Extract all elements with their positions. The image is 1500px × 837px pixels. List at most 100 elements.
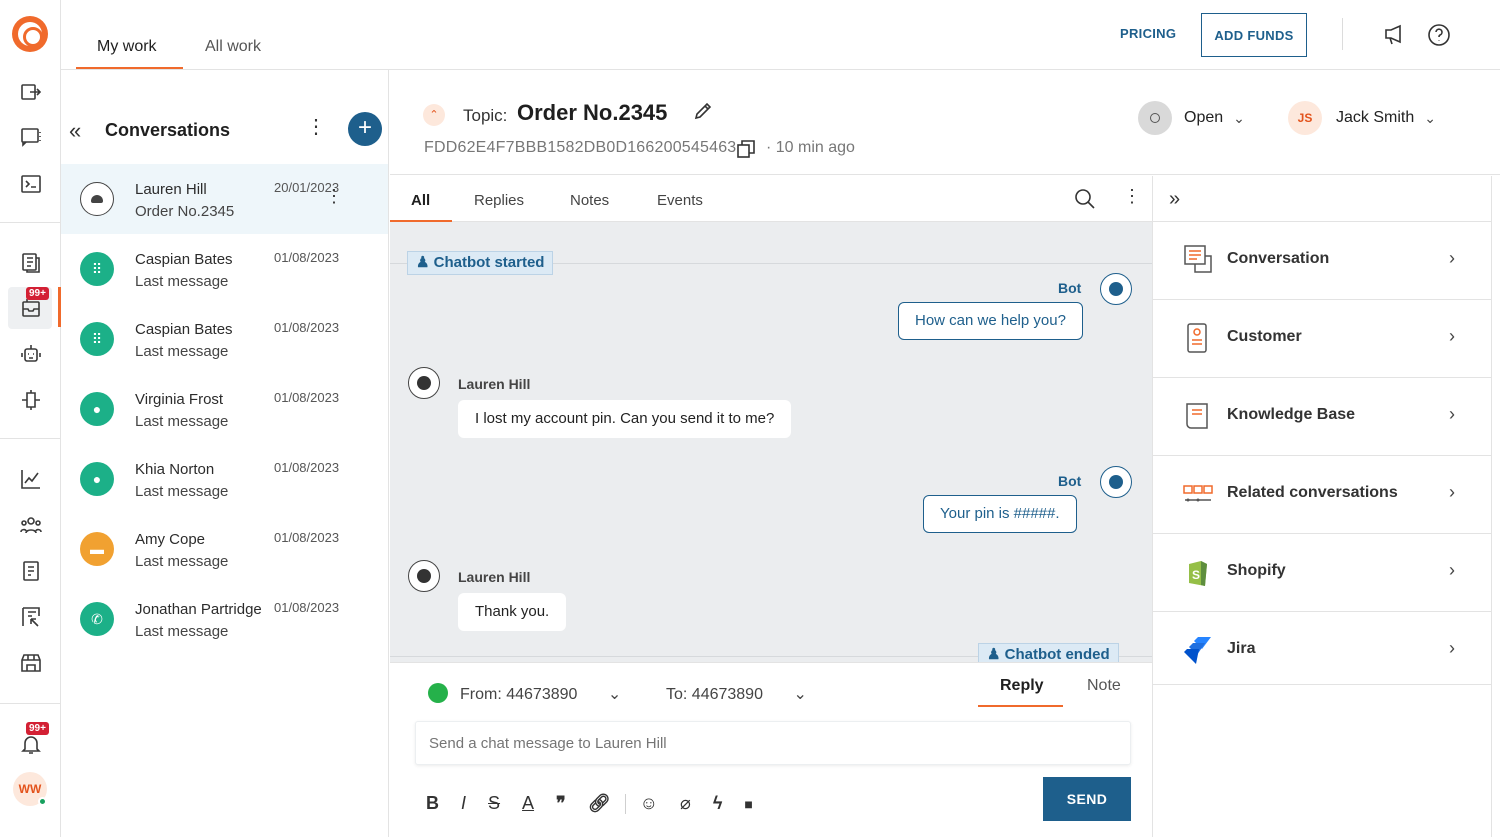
panel-item-customer[interactable]: Customer › [1153,299,1492,377]
chevron-right-icon: › [1449,248,1455,268]
announcement-icon[interactable] [1382,22,1408,48]
tabs-menu-icon[interactable]: ⋮ [1123,186,1141,207]
list-menu-icon[interactable]: ⋮ [306,114,326,139]
tab-all-work[interactable]: All work [205,38,261,56]
status-dropdown[interactable]: Open ⌄ [1138,101,1245,135]
new-conversation-button[interactable]: + [348,112,382,146]
panel-item-jira[interactable]: Jira › [1153,611,1492,689]
attachment-icon[interactable]: ⌀ [680,793,691,814]
send-button[interactable]: SEND [1043,777,1131,821]
analytics-icon[interactable] [18,466,44,492]
bot-avatar-icon [1100,466,1132,498]
status-label: Open [1184,109,1224,126]
tab-note[interactable]: Note [1087,677,1121,695]
tab-notes[interactable]: Notes [570,192,609,209]
terminal-icon[interactable] [18,171,44,197]
quote-icon[interactable]: ❞ [556,793,566,814]
chat-icon: ● [80,392,114,426]
emoji-icon[interactable]: ☺ [640,793,658,814]
agent-name: Jack Smith [1336,109,1415,126]
bold-icon[interactable]: B [426,793,439,814]
help-icon[interactable] [1426,22,1452,48]
pricing-link[interactable]: PRICING [1120,26,1176,41]
status-icon [1138,101,1172,135]
chatbot-ended-tag: ♟ Chatbot ended [978,643,1119,662]
panel-item-related-conversations[interactable]: Related conversations › [1153,455,1492,533]
message-input[interactable] [415,721,1131,765]
panel-item-conversation[interactable]: Conversation › [1153,221,1492,299]
chat-history: ♟ Chatbot started Bot How can we help yo… [390,222,1152,662]
conversation-date: 01/08/2023 [274,320,340,335]
collapse-list-icon[interactable]: « [69,118,81,144]
copy-icon[interactable] [736,139,756,159]
agent-avatar: JS [1288,101,1322,135]
logo-icon[interactable] [12,16,48,52]
conversation-date: 01/08/2023 [274,390,340,405]
bot-icon[interactable] [18,341,44,367]
conversations-title: Conversations [105,120,231,140]
conversation-preview: Last message [135,273,229,290]
email-icon [80,182,114,216]
strikethrough-icon[interactable]: S [488,793,500,814]
user-initials: WW [18,782,42,796]
conversation-preview: Last message [135,413,229,430]
from-value: From: 44673890 [460,686,578,703]
italic-icon[interactable]: I [461,793,466,814]
to-select[interactable]: To: 44673890 ⌄ [666,684,807,704]
assignee-dropdown[interactable]: JS Jack Smith ⌄ [1288,101,1436,135]
chevron-right-icon: › [1449,638,1455,658]
panel-item-label: Conversation [1227,250,1330,267]
panel-item-shopify[interactable]: S Shopify › [1153,533,1492,611]
conversation-name: Lauren Hill [135,181,207,198]
conversation-preview: Last message [135,343,229,360]
chevron-right-icon: › [1449,326,1455,346]
search-icon[interactable] [1074,188,1096,210]
panel-item-label: Shopify [1227,562,1286,579]
video-icon[interactable]: ■ [744,796,752,812]
reports-icon[interactable] [18,604,44,630]
time-ago: · 10 min ago [766,139,855,156]
chat-icon: ● [80,462,114,496]
whatsapp-avatar-icon [408,560,440,592]
conversation-menu-icon[interactable]: ⋮ [325,186,343,207]
tab-all[interactable]: All [411,192,430,209]
tab-my-work[interactable]: My work [97,38,157,56]
tab-replies[interactable]: Replies [474,192,524,209]
chat-menu-icon[interactable] [18,124,44,150]
formatting-toolbar: B I S A ❞ 🔗︎ ☺ ⌀ ϟ ■ [426,793,775,814]
integrations-icon[interactable] [18,387,44,413]
tab-events[interactable]: Events [657,192,703,209]
customer-message: Thank you. [458,593,567,631]
lightning-icon[interactable]: ϟ [713,793,723,814]
top-bar: My work All work PRICING ADD FUNDS [61,0,1500,70]
collapse-panel-icon[interactable]: » [1169,188,1180,211]
customer-name: Lauren Hill [458,376,531,392]
text-color-icon[interactable]: A [522,793,534,814]
store-icon[interactable] [18,650,44,676]
conversation-item[interactable]: ● Khia Norton Last message 01/08/2023 [61,444,388,514]
bot-name: Bot [1058,473,1082,489]
user-avatar[interactable]: WW [13,772,47,806]
conversation-icon [1184,245,1212,273]
edit-icon[interactable] [692,100,714,122]
chatbot-ended-label: Chatbot ended [1004,646,1110,662]
conversation-list: « Conversations ⋮ + Lauren Hill Order No… [61,70,389,837]
contacts-icon[interactable] [18,512,44,538]
conversation-item[interactable]: Lauren Hill Order No.2345 20/01/2023 ⋮ [61,164,388,234]
left-rail: 99+ 99+ WW [0,0,61,837]
knowledge-icon[interactable] [18,558,44,584]
tickets-icon[interactable] [18,250,44,276]
conversation-item[interactable]: ⠿ Caspian Bates Last message 01/08/2023 [61,234,388,304]
message-tabs: All Replies Notes Events ⋮ [390,176,1152,222]
panel-item-knowledge-base[interactable]: Knowledge Base › [1153,377,1492,455]
conversation-item[interactable]: ● Virginia Frost Last message 01/08/2023 [61,374,388,444]
tab-reply[interactable]: Reply [1000,677,1044,695]
add-funds-button[interactable]: ADD FUNDS [1201,13,1307,57]
conversation-item[interactable]: ✆ Jonathan Partridge Last message 01/08/… [61,584,388,654]
conversation-item[interactable]: ▬ Amy Cope Last message 01/08/2023 [61,514,388,584]
from-select[interactable]: From: 44673890 ⌄ [460,684,621,704]
logout-icon[interactable] [18,79,44,105]
conversation-item[interactable]: ⠿ Caspian Bates Last message 01/08/2023 [61,304,388,374]
dialpad-icon: ⠿ [80,322,114,356]
link-icon[interactable]: 🔗︎ [588,793,611,814]
